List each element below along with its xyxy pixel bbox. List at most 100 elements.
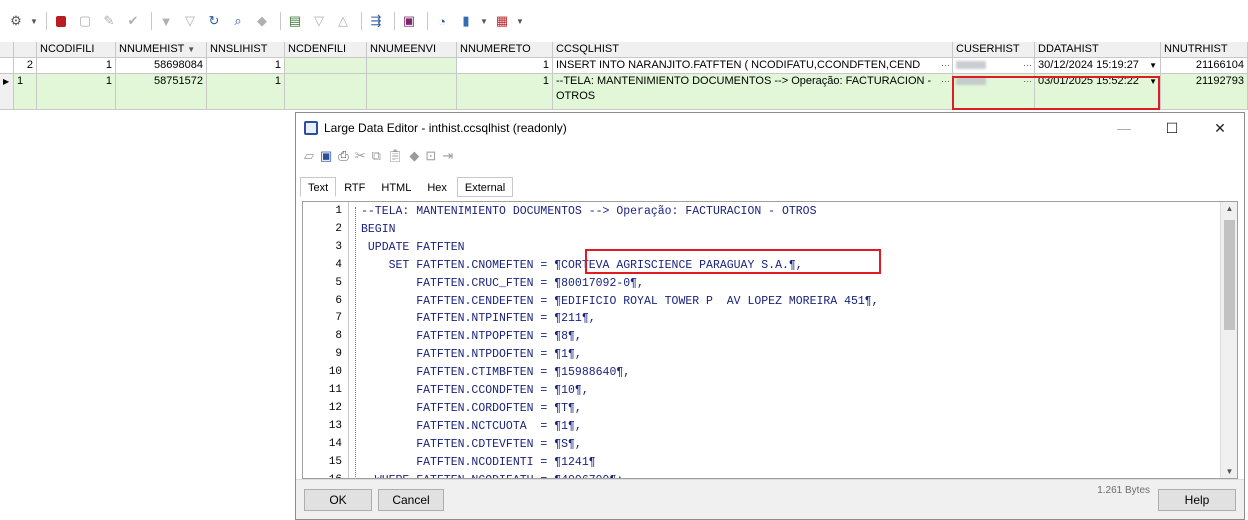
lock-icon[interactable] [51,11,71,31]
grid-cell-sql[interactable]: --TELA: MANTENIMIENTO DOCUMENTOS --> Ope… [553,74,953,110]
save-icon[interactable]: ▣ [320,148,332,164]
dropdown-arrow-icon[interactable]: ▼ [516,11,524,31]
column-header[interactable]: NNUMEHIST ▼ [116,42,207,58]
scroll-down-icon[interactable]: ▼ [1221,467,1237,476]
column-header[interactable]: NCDENFILI [285,42,367,58]
indent-icon[interactable]: ⇥ [442,148,453,164]
ok-button[interactable]: OK [304,489,372,511]
code-line[interactable]: FATFTEN.NCTCUOTA = ¶1¶, [361,420,582,433]
sort-desc-icon[interactable]: ▽ [309,11,329,31]
grid-cell[interactable]: 58698084 [116,58,207,74]
column-header[interactable]: NCODIFILI [37,42,116,58]
bar-chart-icon[interactable]: ▮ [456,11,476,31]
word-wrap-icon[interactable]: ⊡ [425,148,436,164]
column-header[interactable]: NNUMEENVI [367,42,457,58]
filter-clear-icon[interactable]: ▽ [180,11,200,31]
scrollbar-thumb[interactable] [1224,220,1235,330]
tab-html[interactable]: HTML [373,177,419,197]
tab-rtf[interactable]: RTF [336,177,373,197]
ellipsis-button[interactable]: ··· [1023,58,1032,73]
code-line[interactable]: FATFTEN.CDTEVFTEN = ¶S¶, [361,438,582,451]
code-line[interactable]: FATFTEN.NTPDOFTEN = ¶1¶, [361,348,582,361]
grid-cell-date[interactable]: 30/12/2024 15:19:27 ▼ [1035,58,1161,74]
cut-icon[interactable]: ✂ [355,148,366,164]
code-line[interactable]: FATFTEN.NTPINFTEN = ¶211¶, [361,312,595,325]
grid-cell[interactable]: 21166104 [1161,58,1248,74]
grid-cell[interactable]: 1 [37,74,116,110]
column-header[interactable]: NNUTRHIST [1161,42,1248,58]
column-header[interactable]: CCSQLHIST [553,42,953,58]
grid-cell-sql[interactable]: INSERT INTO NARANJITO.FATFTEN ( NCODIFAT… [553,58,953,74]
refresh-icon[interactable]: ↻ [204,11,224,31]
table-row[interactable]: 2 1 58698084 1 1 INSERT INTO NARANJITO.F… [0,58,1248,74]
vertical-scrollbar[interactable]: ▲ ▼ [1220,202,1237,478]
column-header[interactable]: DDATAHIST [1035,42,1161,58]
dropdown-arrow-icon[interactable]: ▼ [30,11,38,31]
code-area[interactable]: --TELA: MANTENIMIENTO DOCUMENTOS --> Ope… [361,202,1217,478]
code-line[interactable]: FATFTEN.CENDEFTEN = ¶EDIFICIO ROYAL TOWE… [361,295,878,308]
code-line[interactable]: FATFTEN.CCONDFTEN = ¶10¶, [361,384,589,397]
help-button[interactable]: Help [1158,489,1236,511]
paste-icon[interactable]: 📋︎ [387,148,404,164]
grid-cell[interactable] [285,74,367,110]
chart-data-icon[interactable]: ◔ [432,11,452,31]
grid-cell[interactable] [367,74,457,110]
ellipsis-button[interactable]: ··· [941,74,950,89]
code-line[interactable]: --TELA: MANTENIMIENTO DOCUMENTOS --> Ope… [361,205,816,218]
grid-cell[interactable]: 1 [207,74,285,110]
post-icon[interactable]: ✔ [123,11,143,31]
close-button[interactable]: ✕ [1196,113,1244,143]
tab-hex[interactable]: Hex [419,177,455,197]
export-icon[interactable]: ⇶ [366,11,386,31]
tab-text[interactable]: Text [300,177,337,197]
maximize-button[interactable]: ☐ [1148,113,1196,143]
code-line[interactable]: FATFTEN.NCODIENTI = ¶1241¶ [361,456,595,469]
ellipsis-button[interactable]: ··· [941,58,950,73]
grid-cell[interactable]: 1 [37,58,116,74]
column-header[interactable]: CUSERHIST [953,42,1035,58]
grid-cell[interactable]: 58751572 [116,74,207,110]
new-record-icon[interactable]: ▢ [75,11,95,31]
filter-icon[interactable]: ▼ [156,11,176,31]
line-number: 2 [335,222,342,235]
scroll-up-icon[interactable]: ▲ [1221,204,1237,213]
dropdown-arrow-icon[interactable]: ▼ [480,11,488,31]
grid-cell[interactable]: 21192793 [1161,74,1248,110]
grid-settings-icon[interactable]: ⚙ [6,11,26,31]
find-icon[interactable]: ⌕ [228,11,248,31]
dialog-title-bar[interactable]: Large Data Editor - inthist.ccsqlhist (r… [296,113,1244,143]
code-line[interactable]: FATFTEN.CORDOFTEN = ¶T¶, [361,402,582,415]
eraser-icon[interactable]: ◆ [409,148,419,164]
edit-record-icon[interactable]: ✎ [99,11,119,31]
line-number: 15 [328,455,342,468]
date-text: 30/12/2024 15:19:27 [1038,59,1139,71]
grid-cell-user[interactable]: ··· [953,58,1035,74]
grid-cell[interactable] [367,58,457,74]
eraser-icon[interactable]: ◆ [252,11,272,31]
code-line[interactable]: FATFTEN.CTIMBFTEN = ¶15988640¶, [361,366,630,379]
grid-cell[interactable]: 1 [457,74,553,110]
print-icon[interactable]: ⎙ [338,148,348,164]
copy-icon[interactable]: ⧉ [372,148,381,164]
code-editor[interactable]: 12345678910111213141516 --TELA: MANTENIM… [302,201,1238,479]
grid-cell[interactable]: 1 [207,58,285,74]
code-line[interactable]: UPDATE FATFTEN [361,241,465,254]
table-grid-icon[interactable]: ▦ [492,11,512,31]
column-chooser-icon[interactable]: ▤ [285,11,305,31]
current-row-arrow-icon[interactable]: ▶ [0,74,14,110]
row-indicator[interactable] [0,58,14,74]
save-icon[interactable]: ▣ [399,11,419,31]
code-line[interactable]: BEGIN [361,223,396,236]
open-icon[interactable]: ▱ [304,148,314,164]
cancel-button[interactable]: Cancel [378,489,444,511]
grid-cell[interactable]: 1 [457,58,553,74]
dropdown-arrow-icon[interactable]: ▼ [1149,58,1157,73]
minimize-button[interactable]: — [1100,113,1148,143]
code-line[interactable]: FATFTEN.CRUC_FTEN = ¶80017092-0¶, [361,277,644,290]
code-line[interactable]: FATFTEN.NTPOPFTEN = ¶8¶, [361,330,582,343]
grid-cell[interactable] [285,58,367,74]
column-header[interactable]: NNUMERETO [457,42,553,58]
tab-external[interactable]: External [456,177,514,197]
sort-asc-icon[interactable]: △ [333,11,353,31]
column-header[interactable]: NNSLIHIST [207,42,285,58]
